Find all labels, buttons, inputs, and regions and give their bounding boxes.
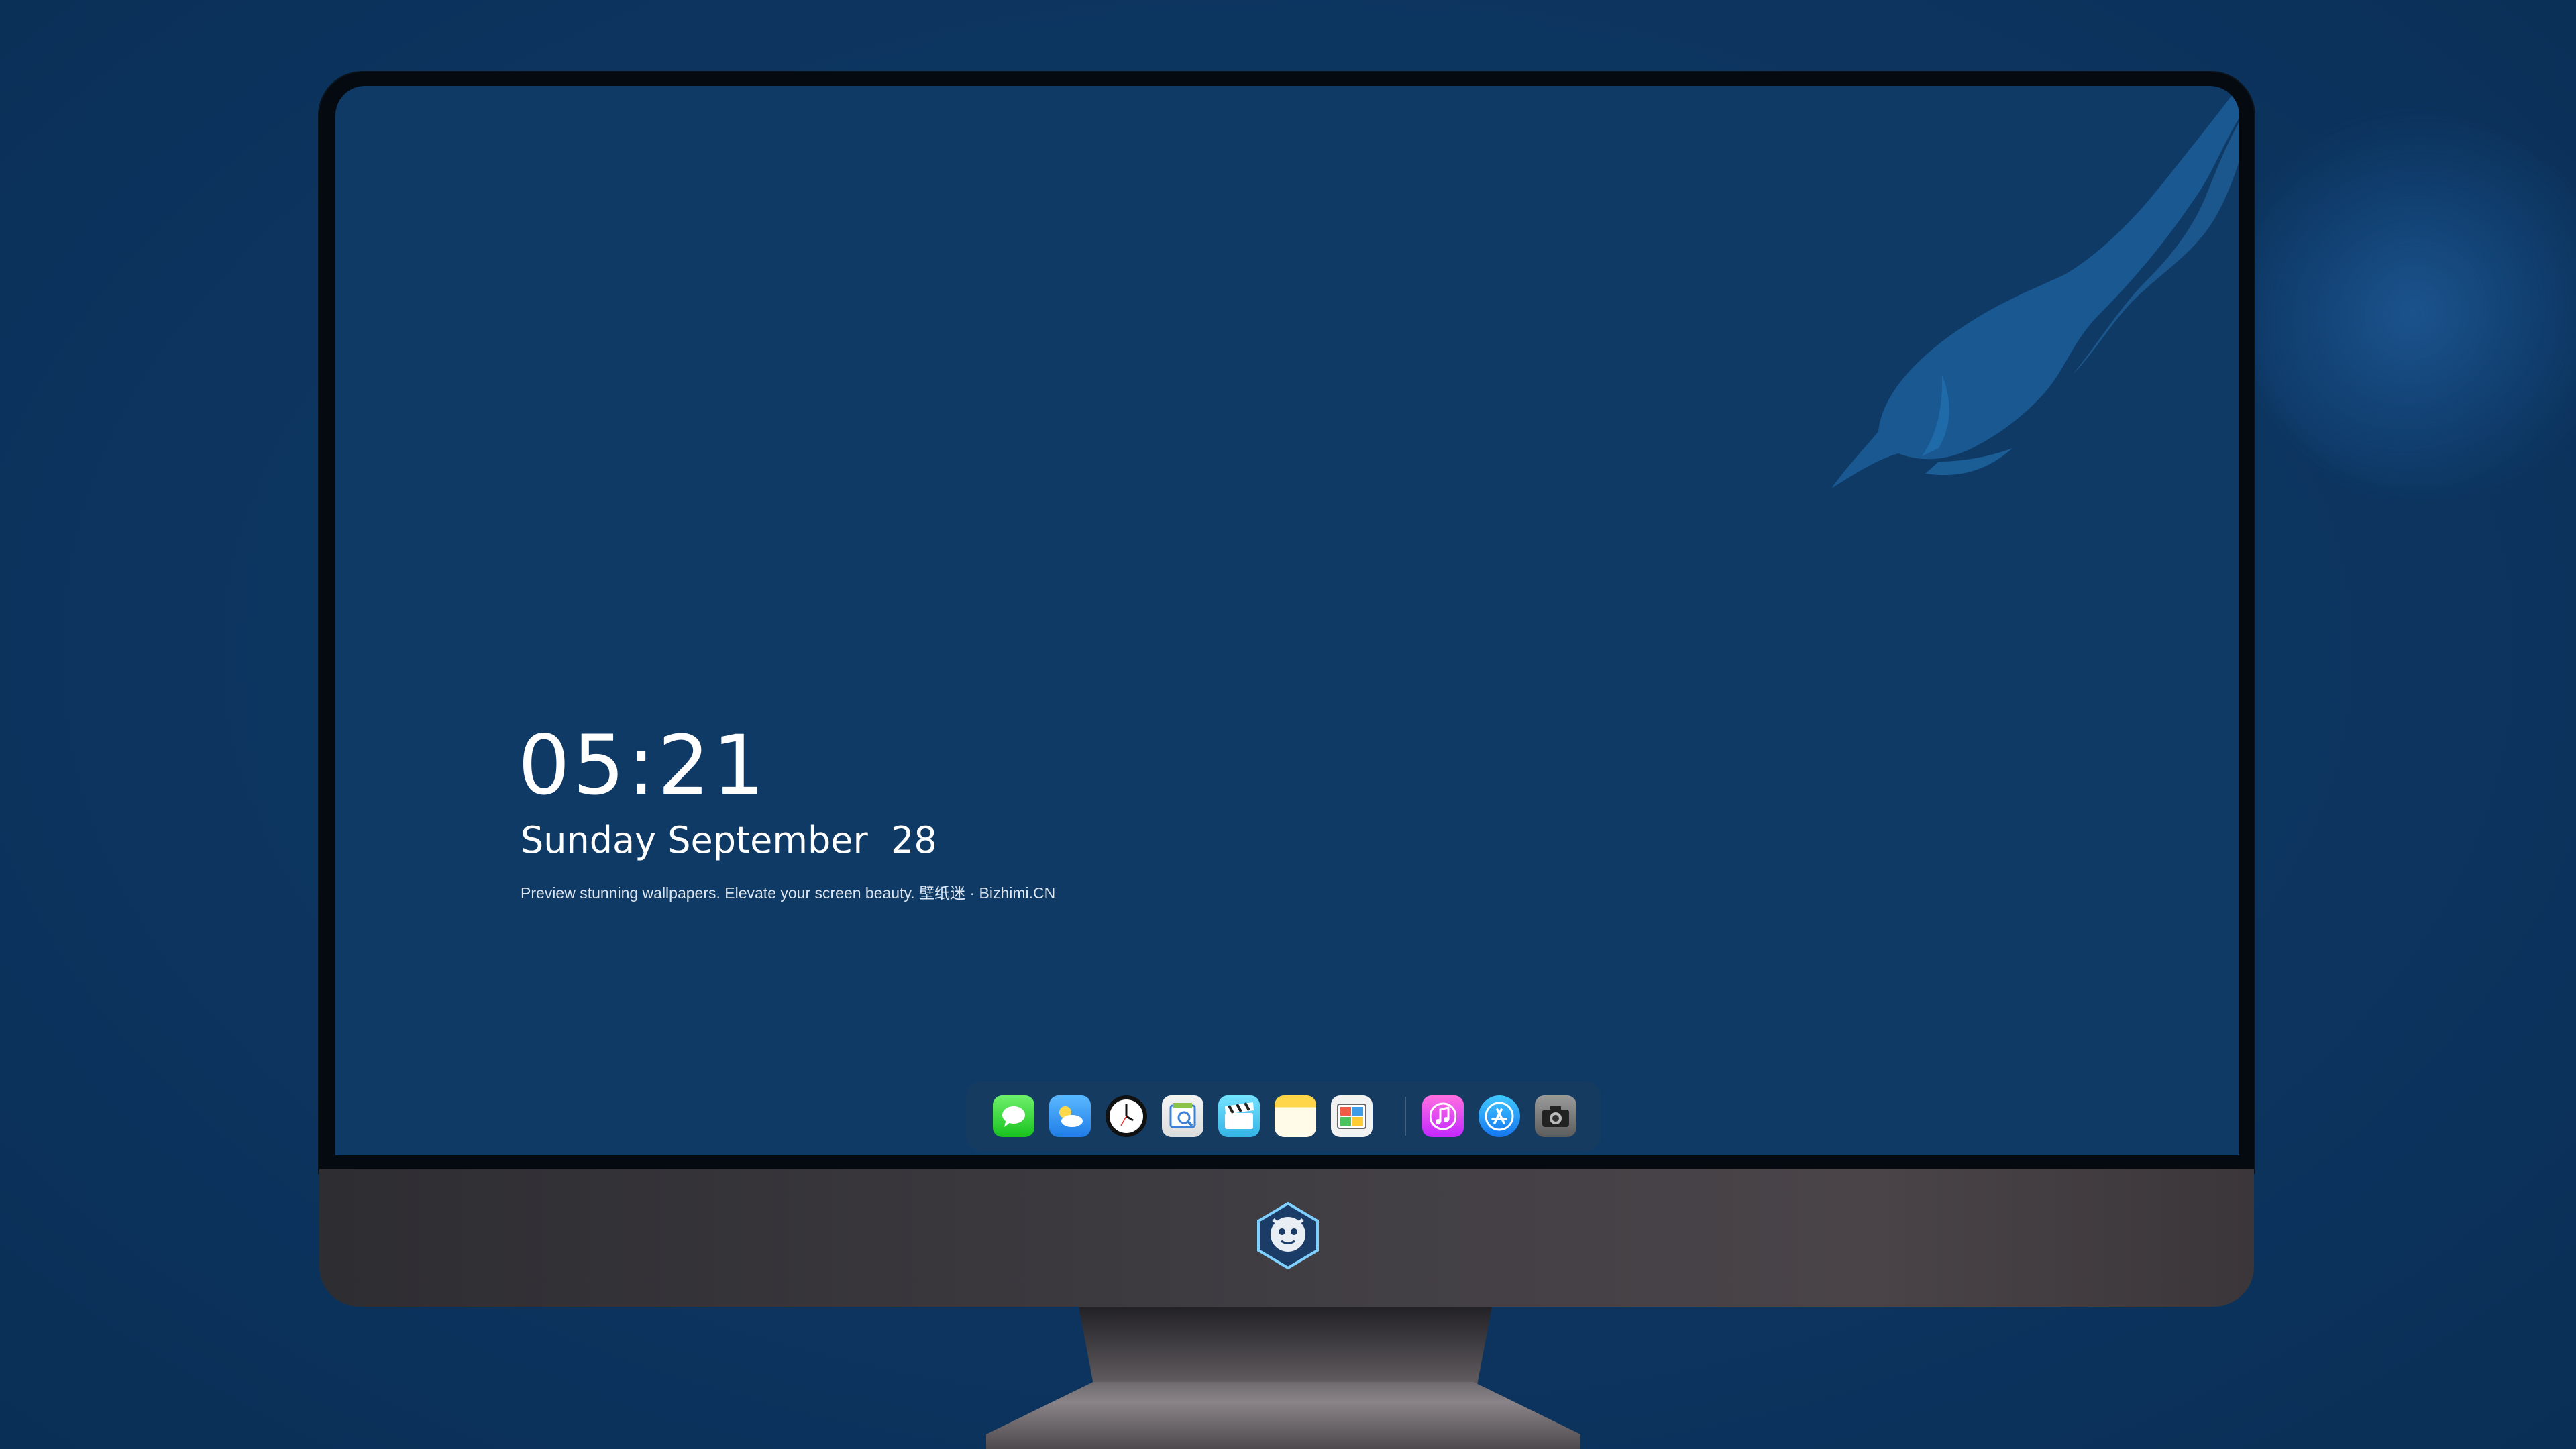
app-store-icon[interactable]: [1479, 1095, 1520, 1137]
lock-screen-time: 05:21: [518, 718, 767, 813]
dock: [966, 1081, 1601, 1151]
monitor-stand-base: [986, 1382, 1580, 1449]
camera-icon[interactable]: [1535, 1095, 1576, 1137]
wallpaper-tagline: Preview stunning wallpapers. Elevate you…: [521, 884, 1056, 902]
fish-wallpaper-art: [1831, 93, 2239, 488]
messages-icon[interactable]: [993, 1095, 1034, 1137]
monitor-stand-neck: [1079, 1307, 1492, 1394]
monitor-screen: 05:21 Sunday September 28 Preview stunni…: [335, 86, 2239, 1155]
desktop-background: 05:21 Sunday September 28 Preview stunni…: [0, 0, 2576, 1449]
photos-icon[interactable]: [1331, 1095, 1373, 1137]
dock-separator: [1405, 1097, 1406, 1136]
preview-icon[interactable]: [1162, 1095, 1203, 1137]
lock-screen-date: Sunday September 28: [521, 819, 937, 861]
weather-icon[interactable]: [1049, 1095, 1091, 1137]
music-icon[interactable]: [1422, 1095, 1464, 1137]
clock-icon[interactable]: [1106, 1095, 1147, 1137]
clips-icon[interactable]: [1218, 1095, 1260, 1137]
notes-icon[interactable]: [1275, 1095, 1316, 1137]
brand-logo-icon: [1257, 1201, 1319, 1270]
